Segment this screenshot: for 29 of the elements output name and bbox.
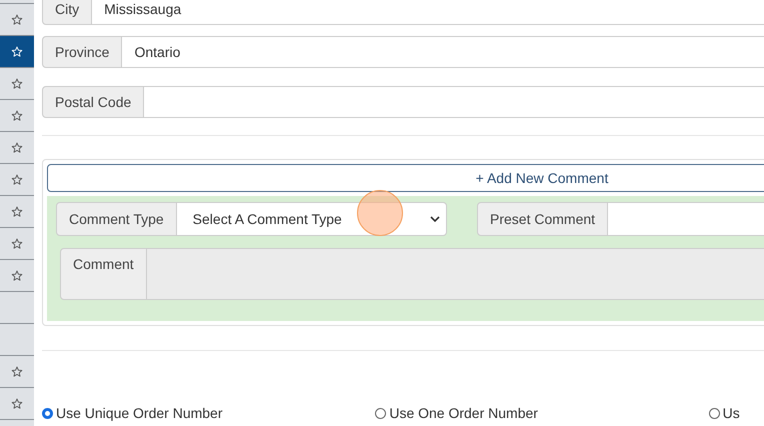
star-icon bbox=[11, 110, 23, 122]
star-icon bbox=[11, 142, 23, 154]
star-icon bbox=[11, 174, 23, 186]
star-icon bbox=[11, 270, 23, 282]
chevron-down-icon bbox=[430, 216, 440, 222]
field-label: City bbox=[42, 0, 92, 25]
star-icon bbox=[11, 238, 23, 250]
field-label: Province bbox=[42, 36, 122, 68]
sidebar-item[interactable] bbox=[0, 36, 34, 68]
radio-button[interactable] bbox=[42, 408, 53, 418]
add-comment-button[interactable]: + Add New Comment bbox=[47, 164, 764, 192]
input-field[interactable]: Ontario bbox=[122, 36, 764, 68]
radio-button[interactable] bbox=[708, 408, 720, 418]
star-icon bbox=[11, 398, 23, 410]
field-label: Preset Comment bbox=[477, 202, 608, 236]
radio-button[interactable] bbox=[375, 408, 386, 418]
field-label: Comment bbox=[60, 248, 147, 300]
star-icon bbox=[11, 78, 23, 90]
radio-label: Use One Order Number bbox=[389, 405, 538, 421]
star-icon bbox=[11, 366, 23, 378]
comment-type-select[interactable]: Select A Comment Type bbox=[176, 202, 447, 236]
field-label: Comment Type bbox=[56, 202, 177, 236]
click-indicator bbox=[357, 190, 403, 236]
radio-label: Use Unique Order Number bbox=[56, 405, 223, 421]
radio-label: Us bbox=[722, 405, 740, 421]
star-icon bbox=[11, 14, 23, 26]
field-label: Postal Code bbox=[42, 86, 144, 118]
star-icon bbox=[11, 206, 23, 218]
star-icon bbox=[11, 46, 23, 58]
